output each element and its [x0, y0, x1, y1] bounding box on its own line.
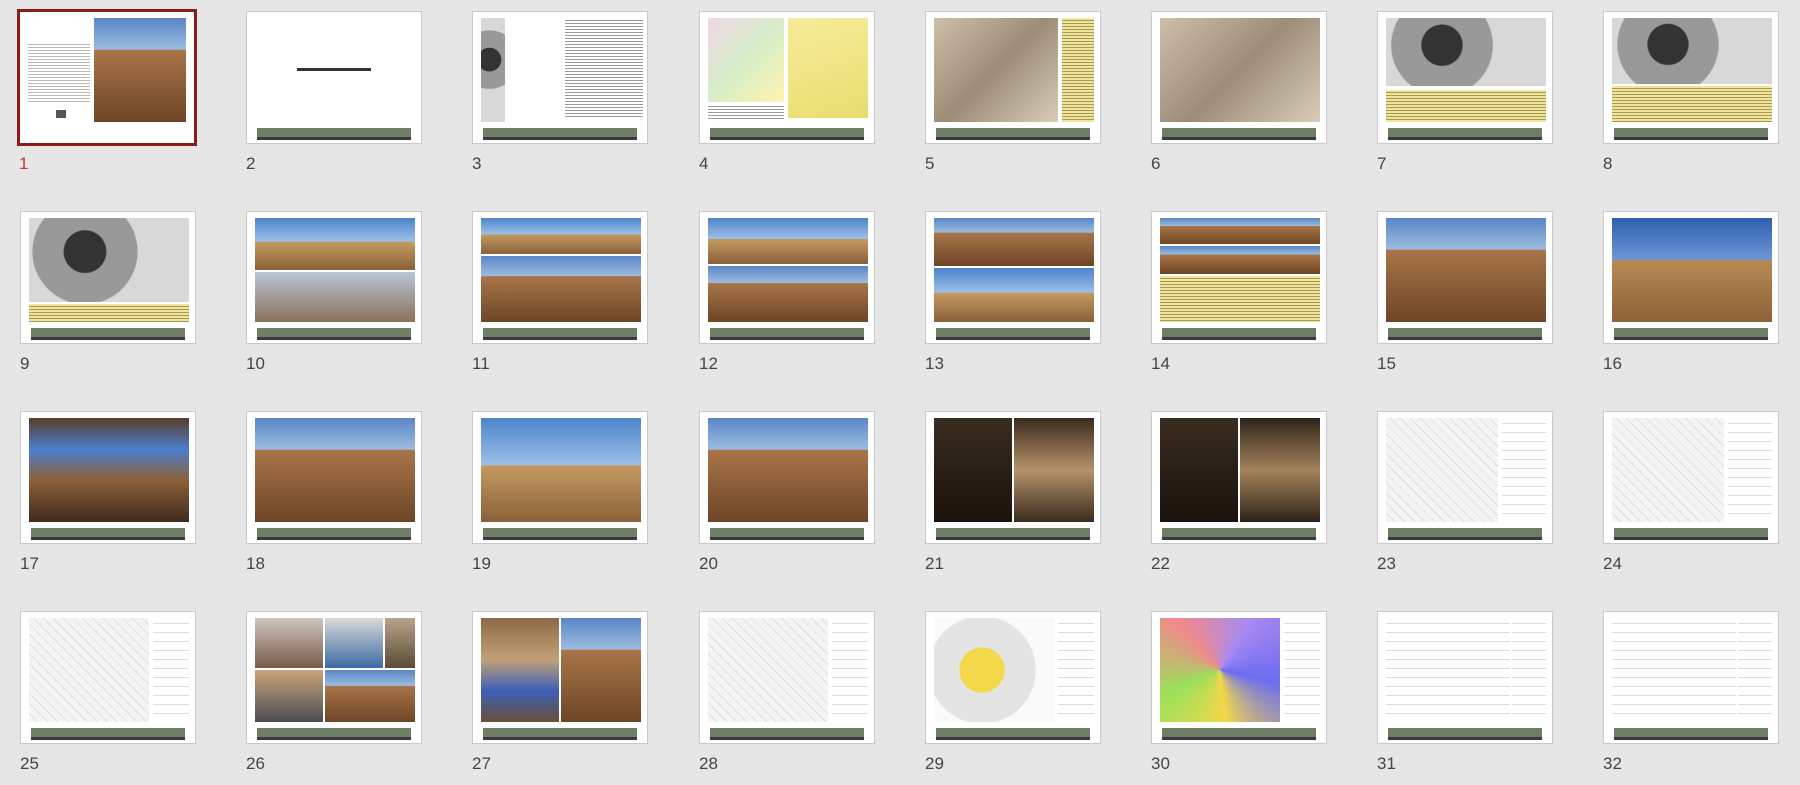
satellite-photo: [934, 18, 1058, 122]
slide-thumbnail-7[interactable]: 7: [1374, 8, 1556, 174]
slide-thumbnail-24[interactable]: 24: [1600, 408, 1782, 574]
slide-number: 22: [1151, 554, 1170, 573]
slide-number: 25: [20, 754, 39, 773]
satellite-photo: [1160, 18, 1320, 122]
slide-thumbnail-23[interactable]: 23: [1374, 408, 1556, 574]
slide-thumbnail-28[interactable]: 28: [696, 608, 878, 774]
zoning-map: [1160, 618, 1280, 722]
slide-thumbnail-30[interactable]: 30: [1148, 608, 1330, 774]
slide-thumbnail-10[interactable]: 10: [243, 208, 425, 374]
footer-bar: [257, 128, 411, 137]
slide-number: 16: [1603, 354, 1622, 373]
slide-number: 17: [20, 554, 39, 573]
slide-thumbnail-6[interactable]: 6: [1148, 8, 1330, 174]
slide-thumbnail-21[interactable]: 21: [922, 408, 1104, 574]
slide-number: 32: [1603, 754, 1622, 773]
site-plan: [29, 618, 149, 722]
slide-number: 28: [699, 754, 718, 773]
slide-number: 3: [472, 154, 482, 173]
slide-number: 10: [246, 354, 265, 373]
slide-number: 8: [1603, 154, 1613, 173]
text-block: [1386, 90, 1546, 122]
slide-thumbnail-12[interactable]: 12: [696, 208, 878, 374]
slide-number: 1: [19, 154, 29, 173]
logo-icon: [56, 110, 66, 118]
slide-number: 15: [1377, 354, 1396, 373]
slide-number: 4: [699, 154, 709, 173]
center-text-line: [297, 68, 371, 71]
site-plan: [708, 618, 828, 722]
aerial-photo: [1386, 18, 1546, 86]
slide-thumbnail-15[interactable]: 15: [1374, 208, 1556, 374]
slide-thumbnail-32[interactable]: 32: [1600, 608, 1782, 774]
slide-number: 21: [925, 554, 944, 573]
slide-thumbnail-11[interactable]: 11: [469, 208, 651, 374]
region-map: [708, 18, 784, 102]
slide-thumbnail-26[interactable]: 26: [243, 608, 425, 774]
title-text-block: [28, 42, 90, 102]
floor-plan: [1386, 618, 1510, 722]
slide-number: 23: [1377, 554, 1396, 573]
site-plan: [934, 618, 1054, 722]
landscape-photo: [255, 218, 415, 270]
slide-thumbnail-29[interactable]: 29: [922, 608, 1104, 774]
slide-thumbnail-18[interactable]: 18: [243, 408, 425, 574]
slide-thumbnail-27[interactable]: 27: [469, 608, 651, 774]
slide-thumbnail-1[interactable]: 1: [16, 8, 198, 174]
slide-thumbnail-22[interactable]: 22: [1148, 408, 1330, 574]
slide-thumbnail-14[interactable]: 14: [1148, 208, 1330, 374]
slide-number: 12: [699, 354, 718, 373]
slide-number: 14: [1151, 354, 1170, 373]
slide-number: 18: [246, 554, 265, 573]
slide-thumbnail-5[interactable]: 5: [922, 8, 1104, 174]
slide-thumbnail-2[interactable]: 2: [243, 8, 425, 174]
cover-photo: [94, 18, 186, 122]
slide-number: 24: [1603, 554, 1622, 573]
slide-number: 6: [1151, 154, 1161, 173]
site-plan: [1386, 418, 1498, 522]
side-photo: [481, 18, 505, 122]
slide-thumbnail-20[interactable]: 20: [696, 408, 878, 574]
site-plan: [1612, 418, 1724, 522]
slide-thumbnail-25[interactable]: 25: [17, 608, 199, 774]
slide-number: 29: [925, 754, 944, 773]
slide-number: 19: [472, 554, 491, 573]
text-sidebar: [1062, 18, 1094, 122]
slide-preview: [17, 9, 197, 146]
slide-number: 26: [246, 754, 265, 773]
slide-number: 31: [1377, 754, 1396, 773]
slide-number: 11: [472, 354, 490, 373]
slide-thumbnail-13[interactable]: 13: [922, 208, 1104, 374]
landscape-photo: [255, 272, 415, 322]
slide-thumbnail-17[interactable]: 17: [17, 408, 199, 574]
slide-thumbnail-16[interactable]: 16: [1600, 208, 1782, 374]
slide-number: 9: [20, 354, 30, 373]
aerial-photo: [29, 218, 189, 302]
district-map: [788, 18, 868, 118]
text-block: [565, 18, 643, 118]
slide-number: 7: [1377, 154, 1387, 173]
slide-thumbnail-8[interactable]: 8: [1600, 8, 1782, 174]
slide-thumbnail-3[interactable]: 3: [469, 8, 651, 174]
slide-number: 2: [246, 154, 256, 173]
text-block: [1612, 86, 1772, 122]
section-drawings: [1612, 618, 1736, 722]
aerial-photo: [1612, 18, 1772, 84]
slide-number: 5: [925, 154, 935, 173]
slide-thumbnail-19[interactable]: 19: [469, 408, 651, 574]
slide-number: 20: [699, 554, 718, 573]
slide-number: 13: [925, 354, 944, 373]
slide-number: 30: [1151, 754, 1170, 773]
slide-sorter-grid: 1 2 3 4 5 6 7 8 9 10 11 12 13 14 15 16 1…: [0, 0, 1800, 785]
slide-thumbnail-31[interactable]: 31: [1374, 608, 1556, 774]
slide-number: 27: [472, 754, 491, 773]
slide-thumbnail-9[interactable]: 9: [17, 208, 199, 374]
slide-thumbnail-4[interactable]: 4: [696, 8, 878, 174]
